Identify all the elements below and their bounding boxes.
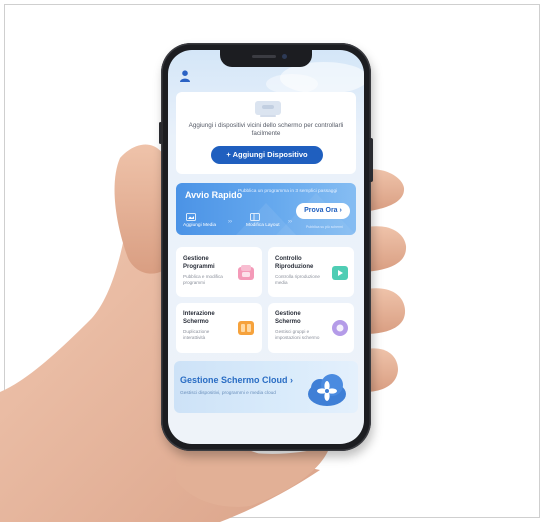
quick-step-1: Aggiungi Media bbox=[183, 223, 217, 228]
tile-title: Interazione Schermo bbox=[183, 311, 215, 325]
user-icon[interactable] bbox=[180, 70, 190, 82]
tile-description: Gestisci gruppi e impostazioni schermo bbox=[275, 329, 320, 340]
speaker-grille bbox=[252, 55, 276, 58]
cloud-title-text: Gestione Schermo Cloud bbox=[180, 375, 288, 385]
step-arrow-icon: ›› bbox=[288, 219, 292, 225]
media-icon bbox=[186, 213, 196, 221]
tile-description: Duplicazione interattività bbox=[183, 329, 210, 340]
power-button bbox=[369, 138, 373, 182]
cloud-management-description: Gestisci dispositivi, programmi e media … bbox=[180, 391, 276, 396]
screen-interaction-icon bbox=[238, 321, 254, 335]
chevron-right-icon: › bbox=[339, 207, 342, 214]
quick-step-2: Modifica Layout bbox=[246, 223, 280, 228]
tile-description: Controlla riproduzione media bbox=[275, 274, 320, 285]
fan-cloud-icon bbox=[308, 374, 346, 406]
play-icon bbox=[332, 266, 348, 280]
tile-title: Gestione Schermo bbox=[275, 311, 301, 325]
add-device-button[interactable]: + Aggiungi Dispositivo bbox=[211, 146, 323, 164]
try-now-button[interactable]: Prova Ora › bbox=[296, 203, 350, 219]
tile-title: Controllo Riproduzione bbox=[275, 256, 314, 270]
front-camera bbox=[282, 54, 287, 59]
volume-button bbox=[159, 122, 162, 144]
step-arrow-icon: ›› bbox=[228, 219, 232, 225]
folder-icon bbox=[238, 265, 254, 280]
phone-notch bbox=[220, 50, 312, 67]
device-illustration-icon bbox=[255, 101, 281, 117]
add-device-message: Aggiungi i dispositivi vicini dello sche… bbox=[188, 122, 344, 137]
quick-start-title: Avvio Rapido bbox=[185, 190, 243, 200]
cloud-management-title: Gestione Schermo Cloud › bbox=[180, 375, 293, 385]
settings-icon bbox=[332, 320, 348, 336]
tile-title: Gestione Programmi bbox=[183, 256, 215, 270]
quick-start-description: Pubblica un programma in 3 semplici pass… bbox=[238, 189, 338, 194]
quick-start-note: Pubblica su più schermi bbox=[306, 225, 343, 229]
try-now-label: Prova Ora bbox=[304, 207, 338, 214]
tile-description: Pubblica e modifica programmi bbox=[183, 274, 223, 285]
layout-icon bbox=[250, 213, 260, 221]
chevron-right-icon: › bbox=[290, 375, 294, 385]
